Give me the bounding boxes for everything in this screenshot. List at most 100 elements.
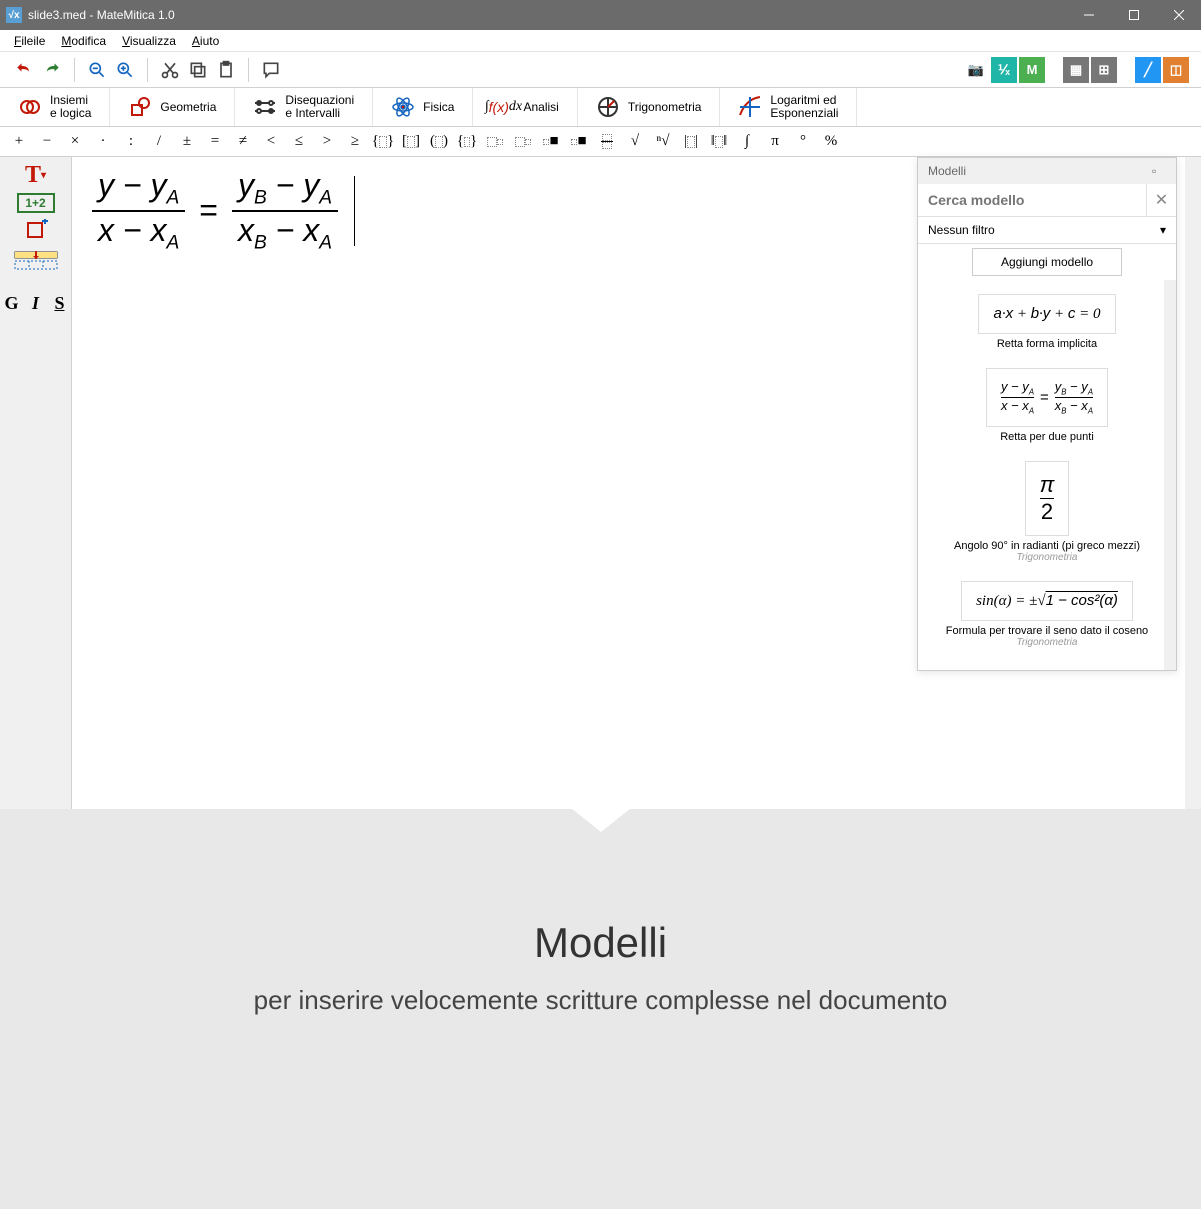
underline-button[interactable]: S: [51, 291, 69, 315]
sym-pct[interactable]: %: [818, 129, 844, 155]
model-preview[interactable]: π2: [1025, 461, 1070, 536]
sym-sqrt[interactable]: √: [622, 129, 648, 155]
minimize-button[interactable]: [1066, 0, 1111, 30]
menu-bar: Fileile Modifica Visualizza Aiuto: [0, 30, 1201, 52]
close-button[interactable]: [1156, 0, 1201, 30]
sym-pm[interactable]: ±: [174, 129, 200, 155]
ribbon-tab-trigonometria[interactable]: Trigonometria: [578, 88, 721, 126]
cut-button[interactable]: [156, 56, 184, 84]
ribbon-tabs: Insiemi e logica Geometria Disequazioni …: [0, 88, 1201, 127]
menu-visualizza[interactable]: Visualizza: [114, 32, 184, 50]
model-card[interactable]: sin(α) = ±√1 − cos²(α) Formula per trova…: [922, 581, 1172, 648]
canvas-scrollbar[interactable]: [1185, 157, 1201, 809]
formula-box-button[interactable]: 1+2: [17, 193, 55, 213]
apps-icon[interactable]: ⊞: [1091, 57, 1117, 83]
integral-icon: ∫f(x)dx: [491, 95, 515, 119]
model-card[interactable]: y − yAx − xA = yB − yAxB − xA Retta per …: [922, 368, 1172, 442]
camera-icon[interactable]: 📷: [963, 57, 989, 83]
text-cursor: [354, 176, 355, 246]
ribbon-tab-insiemi[interactable]: Insiemi e logica: [0, 88, 110, 126]
model-card[interactable]: a·x + b·y + c = 0 Retta forma implicita: [922, 294, 1172, 350]
sym-le[interactable]: ≤: [286, 129, 312, 155]
sym-presub[interactable]: ■: [566, 129, 592, 155]
ribbon-tab-geometria[interactable]: Geometria: [110, 88, 235, 126]
panel-dim-icon[interactable]: ▫: [1152, 164, 1166, 178]
italic-button[interactable]: I: [27, 291, 45, 315]
calculator-icon[interactable]: ▦: [1063, 57, 1089, 83]
sym-norm[interactable]: ‖‖: [706, 129, 732, 155]
sym-lt[interactable]: <: [258, 129, 284, 155]
model-preview[interactable]: y − yAx − xA = yB − yAxB − xA: [986, 368, 1108, 426]
model-preview[interactable]: a·x + b·y + c = 0: [978, 294, 1115, 334]
model-card[interactable]: π2 Angolo 90° in radianti (pi greco mezz…: [922, 461, 1172, 563]
redo-button[interactable]: [38, 56, 66, 84]
ruler-icon[interactable]: ╱: [1135, 57, 1161, 83]
sym-frac[interactable]: [594, 129, 620, 155]
model-caption: Angolo 90° in radianti (pi greco mezzi): [922, 540, 1172, 552]
bold-button[interactable]: G: [3, 291, 21, 315]
sym-deg[interactable]: °: [790, 129, 816, 155]
geometry-icon: [128, 95, 152, 119]
sym-nroot[interactable]: ⁿ√: [650, 129, 676, 155]
sym-pi[interactable]: π: [762, 129, 788, 155]
models-panel: Modelli ▫ ✕ Nessun filtro▾ Aggiungi mode…: [917, 157, 1177, 670]
zoom-in-button[interactable]: [111, 56, 139, 84]
model-caption: Formula per trovare il seno dato il cose…: [922, 625, 1172, 637]
menu-aiuto[interactable]: Aiuto: [184, 32, 227, 50]
sym-braces[interactable]: {}: [370, 129, 396, 155]
menu-file[interactable]: Fileile: [6, 32, 53, 50]
model-caption: Retta per due punti: [922, 431, 1172, 443]
add-model-button[interactable]: Aggiungi modello: [972, 248, 1122, 276]
menu-file-label: ile: [33, 34, 45, 48]
text-mode-button[interactable]: T ▾: [12, 163, 60, 187]
canvas[interactable]: y − yA x − xA = yB − yA xB − xA Modelli …: [72, 157, 1185, 809]
ribbon-tab-analisi[interactable]: ∫f(x)dx Analisi: [473, 88, 577, 126]
models-list[interactable]: a·x + b·y + c = 0 Retta forma implicita …: [918, 280, 1176, 669]
sym-brackets[interactable]: []: [398, 129, 424, 155]
app-icon: √x: [6, 7, 22, 23]
sym-sub[interactable]: [510, 129, 536, 155]
sym-dot[interactable]: ·: [90, 129, 116, 155]
sym-sup[interactable]: [482, 129, 508, 155]
filter-dropdown[interactable]: Nessun filtro▾: [918, 217, 1176, 244]
sym-parens[interactable]: (): [426, 129, 452, 155]
ribbon-tab-logaritmi[interactable]: Logaritmi ed Esponenziali: [720, 88, 857, 126]
ribbon-tab-disequazioni[interactable]: Disequazioni e Intervalli: [235, 88, 373, 126]
shapes-icon[interactable]: ◫: [1163, 57, 1189, 83]
sym-slash[interactable]: /: [146, 129, 172, 155]
comment-button[interactable]: [257, 56, 285, 84]
sym-eq[interactable]: =: [202, 129, 228, 155]
mode-tex-icon[interactable]: ⅟ₓ: [991, 57, 1017, 83]
menu-modifica[interactable]: Modifica: [53, 32, 114, 50]
sym-times[interactable]: ×: [62, 129, 88, 155]
sym-ge[interactable]: ≥: [342, 129, 368, 155]
crop-button[interactable]: [12, 219, 60, 243]
standard-toolbar: 📷 ⅟ₓ M ▦ ⊞ ╱ ◫: [0, 52, 1201, 88]
mode-m-icon[interactable]: M: [1019, 57, 1045, 83]
paste-button[interactable]: [212, 56, 240, 84]
table-button[interactable]: [12, 249, 60, 273]
panel-scrollbar[interactable]: [1164, 280, 1176, 669]
model-preview[interactable]: sin(α) = ±√1 − cos²(α): [961, 581, 1133, 621]
sym-presup[interactable]: ■: [538, 129, 564, 155]
search-model-input[interactable]: [918, 184, 1146, 216]
sym-colon[interactable]: :: [118, 129, 144, 155]
zoom-out-button[interactable]: [83, 56, 111, 84]
promo-subtitle: per inserire velocemente scritture compl…: [0, 985, 1201, 1016]
clear-search-button[interactable]: ✕: [1146, 184, 1176, 216]
sym-plus[interactable]: +: [6, 129, 32, 155]
ribbon-tab-fisica[interactable]: Fisica: [373, 88, 473, 126]
compass-icon: [596, 95, 620, 119]
maximize-button[interactable]: [1111, 0, 1156, 30]
promo-section: Modelli per inserire velocemente scrittu…: [0, 809, 1201, 1209]
sym-set[interactable]: {}: [454, 129, 480, 155]
sym-minus[interactable]: −: [34, 129, 60, 155]
copy-button[interactable]: [184, 56, 212, 84]
sym-gt[interactable]: >: [314, 129, 340, 155]
undo-button[interactable]: [10, 56, 38, 84]
sym-int[interactable]: ∫: [734, 129, 760, 155]
window-title: slide3.med - MateMitica 1.0: [28, 8, 1066, 22]
interval-icon: [253, 95, 277, 119]
sym-neq[interactable]: ≠: [230, 129, 256, 155]
sym-abs[interactable]: ||: [678, 129, 704, 155]
